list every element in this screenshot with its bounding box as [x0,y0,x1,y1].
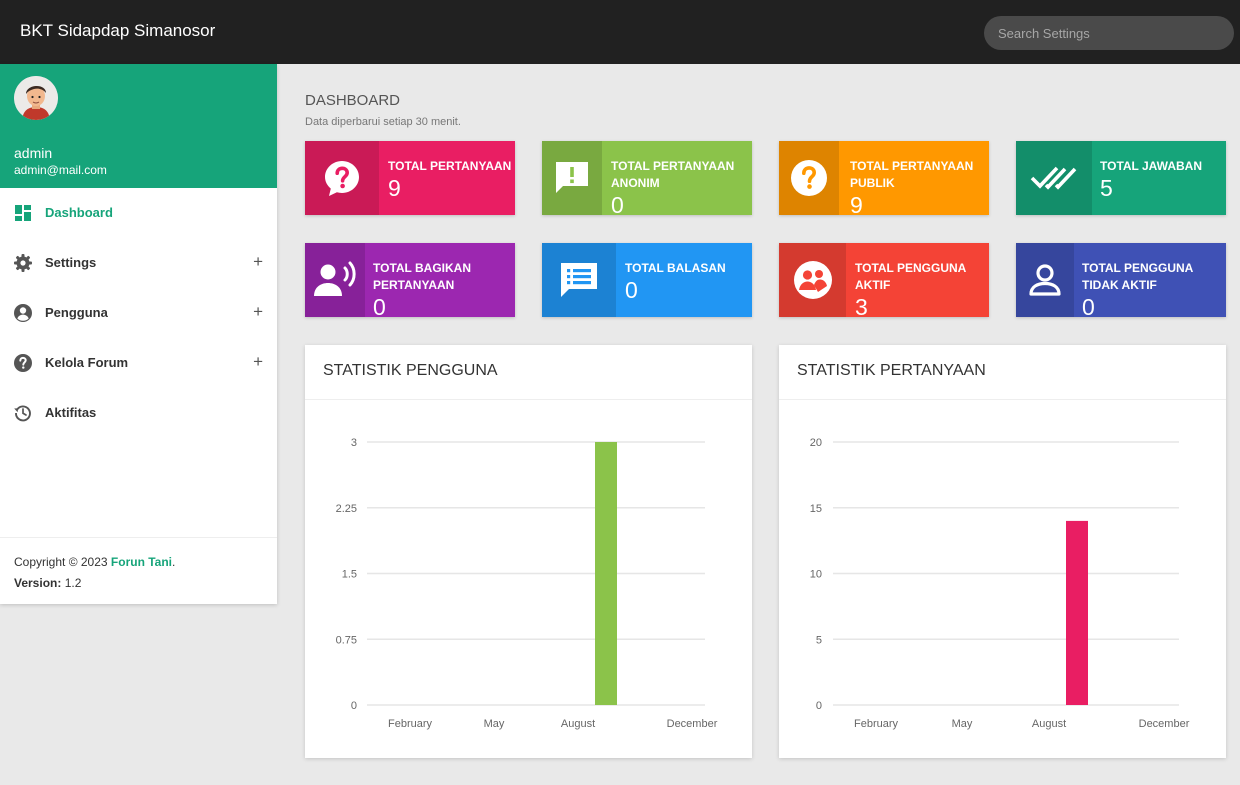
bar-august[interactable] [1066,520,1088,705]
x-tick-label: May [952,718,973,730]
sidebar-item-kelola-forum[interactable]: Kelola Forum + [0,340,277,386]
sidebar-item-label: Aktifitas [45,405,97,420]
x-tick-label: May [484,718,505,730]
sidebar-item-label: Kelola Forum [45,355,129,370]
expand-plus-icon[interactable]: + [253,252,263,272]
history-icon [14,405,31,422]
stat-value: 0 [611,192,624,215]
sidebar-footer: Copyright © 2023 Forun Tani. Version: 1.… [0,537,277,608]
stat-label: TOTAL PERTANYAAN PUBLIK [850,159,974,190]
y-tick-label: 2.25 [336,503,357,515]
expand-plus-icon[interactable]: + [253,302,263,322]
stat-value: 9 [850,192,863,215]
x-tick-label: August [1032,718,1066,730]
double-check-icon [1030,166,1077,190]
y-tick-label: 15 [810,503,822,515]
sidebar-item-aktifitas[interactable]: Aktifitas [0,390,277,436]
x-tick-label: February [854,718,899,730]
y-tick-label: 0 [351,700,357,712]
avatar[interactable] [14,76,58,120]
stat-total-balasan[interactable]: TOTAL BALASAN 0 [542,243,752,317]
dashboard-icon [15,205,31,221]
y-tick-label: 0 [816,700,822,712]
expand-plus-icon[interactable]: + [253,352,263,372]
sidebar-item-settings[interactable]: Settings + [0,240,277,286]
stat-total-pertanyaan-anonim[interactable]: TOTAL PERTANYAAN ANONIM 0 [542,141,752,215]
chart-title: STATISTIK PERTANYAAN [779,345,1226,400]
user-email: admin@mail.com [14,163,107,177]
version: Version: 1.2 [14,576,82,590]
stat-label: TOTAL JAWABAN [1100,159,1203,173]
stat-value: 0 [1082,294,1095,317]
stat-label: TOTAL PENGGUNA AKTIF [855,261,966,292]
chart-card-pengguna: STATISTIK PENGGUNA 0 0.75 1.5 2.25 3 February… [305,345,752,758]
stat-total-pengguna-aktif[interactable]: TOTAL PENGGUNA AKTIF 3 [779,243,989,317]
stat-value: 3 [855,294,868,317]
page-title: DASHBOARD [305,92,401,109]
stat-value: 0 [625,277,638,303]
stat-total-pertanyaan-publik[interactable]: TOTAL PERTANYAAN PUBLIK 9 [779,141,989,215]
x-tick-label: December [1139,718,1190,730]
y-tick-label: 10 [810,569,822,581]
stat-value: 0 [373,294,386,317]
chart-card-pertanyaan: STATISTIK PERTANYAAN 0 5 10 15 20 February May… [779,345,1226,758]
help-circle-icon [14,354,32,372]
stat-total-bagikan-pertanyaan[interactable]: TOTAL BAGIKAN PERTANYAAN 0 [305,243,515,317]
question-bubble-icon [325,161,359,196]
stat-label: TOTAL PERTANYAAN [388,159,512,173]
y-tick-label: 1.5 [342,569,357,581]
page-subtitle: Data diperbarui setiap 30 menit. [305,116,461,128]
top-bar: BKT Sidapdap Simanosor [0,0,1240,64]
y-tick-label: 20 [810,437,822,449]
sidebar-item-dashboard[interactable]: Dashboard [0,190,277,236]
user-name: admin [14,145,53,161]
stat-label: TOTAL BAGIKAN PERTANYAAN [373,261,471,292]
question-circle-icon [791,160,827,196]
y-tick-label: 0.75 [336,634,357,646]
stat-label: TOTAL PERTANYAAN ANONIM [611,159,735,190]
stat-total-pertanyaan[interactable]: TOTAL PERTANYAAN 9 [305,141,515,215]
sidebar-item-label: Settings [45,255,97,270]
stat-value: 9 [388,175,401,201]
sidebar-item-label: Dashboard [45,205,113,220]
speaking-person-icon [314,261,356,296]
sidebar-item-label: Pengguna [45,305,108,320]
y-tick-label: 5 [816,634,822,646]
copyright: Copyright © 2023 Forun Tani. [14,555,176,569]
stat-value: 5 [1100,175,1113,201]
user-statistics-chart: 0 0.75 1.5 2.25 3 February May August December [336,437,718,730]
account-circle-icon [14,304,32,322]
stat-label: TOTAL BALASAN [625,261,726,275]
chart-title: STATISTIK PENGGUNA [305,345,752,400]
app-title[interactable]: BKT Sidapdap Simanosor [20,21,215,41]
stat-label: TOTAL PENGGUNA TIDAK AKTIF [1082,261,1193,292]
x-tick-label: August [561,718,595,730]
bar-august[interactable] [595,442,617,705]
gear-icon [14,254,32,272]
alert-message-icon [556,162,588,193]
x-tick-label: February [388,718,433,730]
users-circle-icon [793,261,832,299]
user-info: admin admin@mail.com [0,64,277,188]
message-list-icon [561,263,597,297]
y-tick-label: 3 [351,437,357,449]
sidebar: admin admin@mail.com Dashboard Settings … [0,64,277,604]
x-tick-label: December [667,718,718,730]
stat-total-jawaban[interactable]: TOTAL JAWABAN 5 [1016,141,1226,215]
question-statistics-chart: 0 5 10 15 20 February May August December [810,437,1190,730]
sidebar-item-pengguna[interactable]: Pengguna + [0,290,277,336]
brand-link[interactable]: Forun Tani [111,555,172,569]
stat-total-pengguna-tidak-aktif[interactable]: TOTAL PENGGUNA TIDAK AKTIF 0 [1016,243,1226,317]
person-outline-icon [1029,264,1061,296]
search-input[interactable] [984,16,1234,50]
